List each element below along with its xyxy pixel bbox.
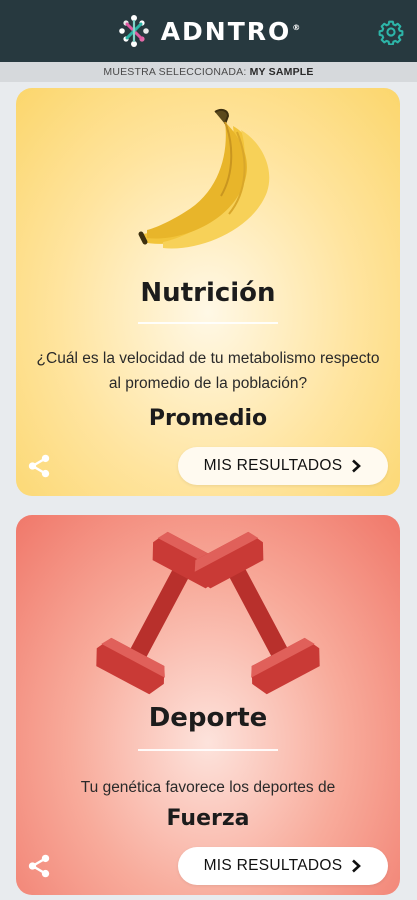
chevron-right-icon [352, 859, 362, 873]
selected-sample-value: MY SAMPLE [249, 66, 314, 78]
card-question: Tu genética favorece los deportes de [80, 779, 336, 796]
card-answer: Promedio [148, 406, 268, 431]
card-title: Deporte [148, 703, 268, 733]
brand-name: ADNTRO® [160, 16, 301, 46]
my-results-button[interactable]: MIS RESULTADOS [178, 447, 388, 485]
card-answer: Fuerza [166, 806, 250, 831]
card-question: ¿Cuál es la velocidad de tu metabolismo … [36, 350, 380, 392]
app-header: ADNTRO® [0, 0, 417, 62]
my-results-label: MIS RESULTADOS [203, 457, 343, 474]
settings-button[interactable] [377, 18, 405, 46]
divider [138, 322, 278, 324]
adntro-dna-logo-icon [118, 15, 149, 47]
brand: ADNTRO® [117, 14, 301, 48]
selected-sample-bar: MUESTRA SELECCIONADA: MY SAMPLE [0, 62, 417, 82]
selected-sample-label: MUESTRA SELECCIONADA: [103, 66, 247, 78]
my-results-label: MIS RESULTADOS [203, 857, 343, 874]
my-results-button[interactable]: MIS RESULTADOS [178, 847, 388, 885]
dumbbells-image [96, 531, 320, 695]
sport-card[interactable]: Deporte Tu genética favorece los deporte… [16, 515, 400, 895]
share-icon[interactable] [26, 853, 52, 879]
share-icon[interactable] [26, 453, 52, 479]
card-title: Nutrición [140, 278, 276, 308]
nutrition-card[interactable]: Nutrición ¿Cuál es la velocidad de tu me… [16, 88, 400, 496]
chevron-right-icon [352, 459, 362, 473]
bananas-image [138, 108, 270, 249]
divider [138, 749, 278, 751]
gear-icon [378, 20, 404, 45]
